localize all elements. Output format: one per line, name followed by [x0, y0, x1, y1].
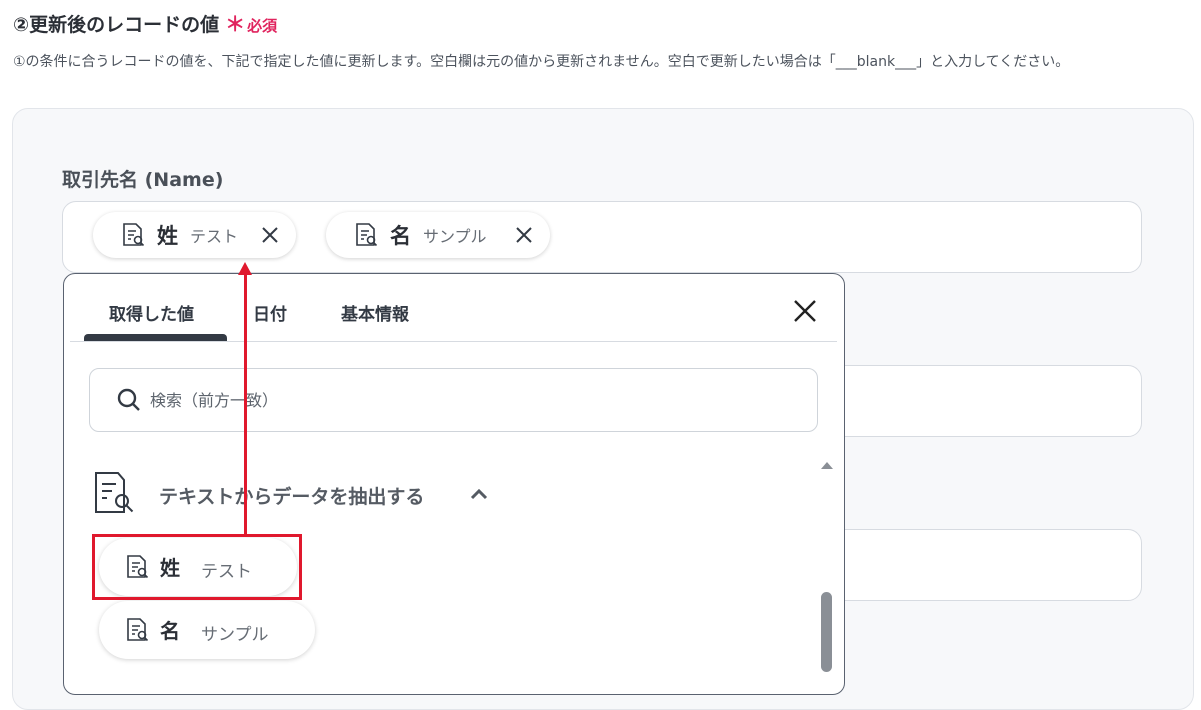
search-icon	[116, 387, 142, 413]
section-title: ②更新後のレコードの値＊必須	[13, 8, 277, 37]
required-mark: ＊	[225, 12, 246, 36]
search-box[interactable]	[89, 368, 818, 432]
document-search-icon	[123, 616, 151, 644]
close-icon[interactable]	[790, 296, 820, 326]
annotation-arrow-line	[244, 274, 247, 536]
tab-acquired-values[interactable]: 取得した値	[109, 300, 194, 325]
highlight-box	[92, 534, 302, 600]
document-search-icon	[119, 221, 147, 249]
item-name: 名	[160, 619, 180, 643]
group-label: テキストからデータを抽出する	[159, 486, 425, 508]
document-search-icon	[352, 221, 380, 249]
item-value: サンプル	[201, 625, 269, 645]
chevron-up-icon[interactable]	[470, 487, 488, 501]
chip-name: 名	[390, 224, 411, 248]
field-input-2[interactable]	[820, 365, 1142, 437]
list-item-mei[interactable]: 名 サンプル	[99, 601, 315, 659]
section-description: ①の条件に合うレコードの値を、下記で指定した値に更新します。空白欄は元の値から更…	[13, 54, 1070, 70]
value-chip-mei[interactable]: 名 サンプル	[326, 212, 550, 258]
annotation-arrow-head	[238, 262, 252, 275]
scrollbar-thumb[interactable]	[821, 592, 832, 672]
remove-chip-icon[interactable]	[258, 223, 282, 247]
field-input-3[interactable]	[820, 529, 1142, 601]
tabs-divider	[70, 341, 837, 342]
section-title-text: ②更新後のレコードの値	[13, 14, 220, 36]
search-input[interactable]	[150, 388, 750, 412]
value-chip-sei[interactable]: 姓 テスト	[93, 212, 296, 258]
field-label-name: 取引先名 (Name)	[62, 169, 224, 191]
active-tab-indicator	[84, 334, 227, 341]
group-header-extract-text[interactable]: テキストからデータを抽出する	[92, 470, 492, 518]
scroll-up-arrow[interactable]	[821, 462, 833, 469]
tab-basic-info[interactable]: 基本情報	[341, 300, 409, 325]
remove-chip-icon[interactable]	[512, 223, 536, 247]
document-search-icon	[92, 470, 138, 516]
tab-date[interactable]: 日付	[253, 300, 287, 325]
chip-value: テスト	[190, 227, 239, 246]
chip-name: 姓	[157, 224, 178, 248]
required-label: 必須	[247, 17, 278, 35]
chip-value: サンプル	[423, 227, 487, 246]
